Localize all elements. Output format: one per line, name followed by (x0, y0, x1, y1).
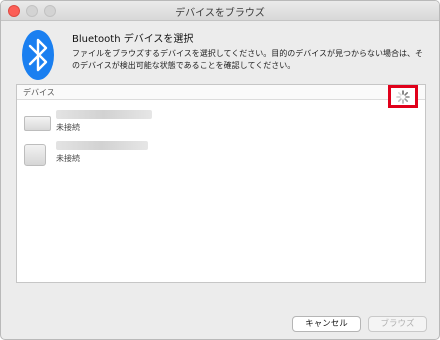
device-column-label: デバイス (23, 88, 55, 97)
keyboard-icon (24, 116, 51, 131)
title-bar[interactable]: デバイスをブラウズ (1, 1, 439, 21)
browse-devices-dialog: デバイスをブラウズ Bluetooth デバイスを選択 ファイルをブラウズするデ… (0, 0, 440, 340)
browse-button[interactable]: ブラウズ (368, 316, 427, 332)
dialog-heading: Bluetooth デバイスを選択 (72, 34, 194, 45)
bluetooth-icon (22, 30, 54, 80)
device-status: 未接続 (56, 123, 80, 132)
trackpad-icon (24, 144, 46, 166)
spinner-icon (396, 90, 410, 104)
device-list-header: デバイス (17, 85, 425, 100)
device-status: 未接続 (56, 154, 80, 163)
device-item[interactable]: 未接続 (24, 110, 174, 136)
device-name-redacted (56, 110, 152, 119)
device-name-redacted (56, 141, 148, 150)
window-title: デバイスをブラウズ (175, 8, 265, 19)
cancel-button[interactable]: キャンセル (292, 316, 361, 332)
loading-indicator (388, 85, 418, 108)
device-item[interactable]: 未接続 (24, 141, 174, 167)
dialog-description: ファイルをブラウズするデバイスを選択してください。目的のデバイスが見つからない場… (72, 49, 424, 70)
